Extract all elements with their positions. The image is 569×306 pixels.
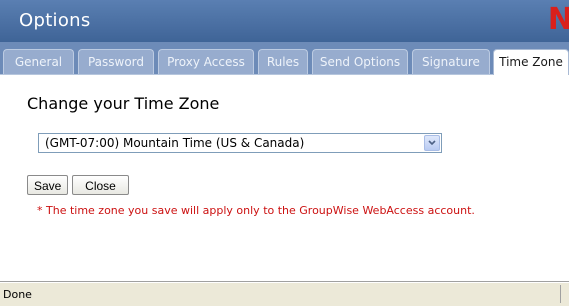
status-separator: [560, 285, 561, 303]
tab-signature[interactable]: Signature: [412, 49, 490, 74]
page-heading: Change your Time Zone: [27, 94, 220, 113]
tab-time-zone[interactable]: Time Zone: [493, 49, 569, 75]
close-button[interactable]: Close: [72, 175, 129, 195]
chevron-down-icon: [428, 140, 436, 146]
dropdown-button[interactable]: [424, 135, 440, 151]
save-button[interactable]: Save: [27, 175, 68, 195]
status-bar: Done: [0, 268, 569, 306]
tab-send-options[interactable]: Send Options: [312, 49, 408, 74]
brand-logo: N: [547, 2, 569, 37]
status-panel: Done: [0, 282, 569, 306]
tab-password[interactable]: Password: [78, 49, 154, 74]
timezone-note: * The time zone you save will apply only…: [37, 204, 475, 217]
timezone-selected-value: (GMT-07:00) Mountain Time (US & Canada): [45, 136, 305, 150]
tab-strip: General Password Proxy Access Rules Send…: [0, 42, 569, 75]
time-zone-panel: Change your Time Zone (GMT-07:00) Mounta…: [0, 75, 569, 268]
title-bar: Options N: [0, 0, 569, 42]
window-title: Options: [19, 10, 91, 31]
tab-general[interactable]: General: [3, 49, 74, 74]
tab-rules[interactable]: Rules: [258, 49, 308, 74]
tab-proxy-access[interactable]: Proxy Access: [158, 49, 254, 74]
timezone-select[interactable]: (GMT-07:00) Mountain Time (US & Canada): [38, 133, 442, 153]
status-text: Done: [3, 288, 32, 301]
